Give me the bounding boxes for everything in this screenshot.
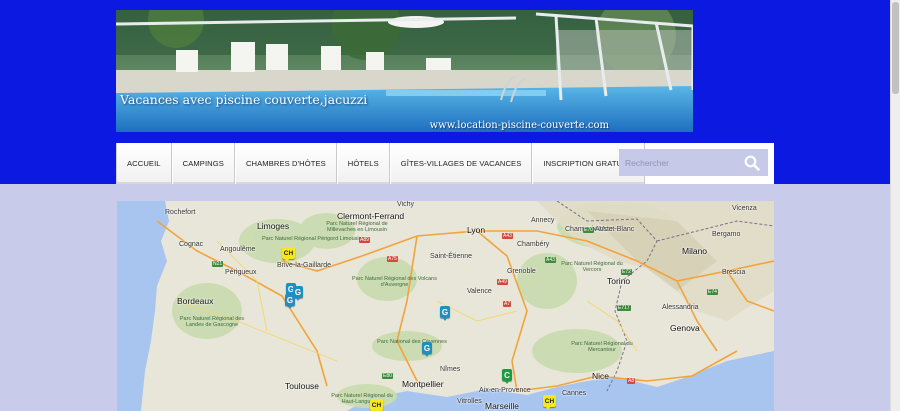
city-label: Brescia	[722, 269, 746, 276]
map-marker-chambre[interactable]: CH	[282, 247, 295, 262]
city-label: Vichy	[397, 201, 414, 208]
nav-item-gites-villages[interactable]: GÎTES-VILLAGES DE VACANCES	[389, 143, 533, 184]
region-label: Parc Naturel Régional du Mercantour	[571, 341, 633, 353]
banner-url: www.location-piscine-couverte.com	[429, 120, 609, 131]
city-label: Chambéry	[517, 241, 550, 248]
city-label: Vicenza	[732, 205, 757, 212]
nav-item-chambres-hotes[interactable]: CHAMBRES D'HÔTES	[234, 143, 337, 184]
region-label: Parc Naturel Régional du Haut-Languedoc	[331, 393, 393, 405]
map-marker-gite[interactable]: G	[285, 294, 295, 309]
city-label: Marseille	[485, 401, 520, 411]
search-input[interactable]	[619, 157, 737, 168]
road-shield: E717	[617, 305, 631, 311]
search-box	[619, 149, 768, 176]
pool-scene-illustration	[116, 10, 693, 132]
nav-menu: ACCUEIL CAMPINGS CHAMBRES D'HÔTES HÔTELS…	[116, 143, 646, 184]
nav-item-hotels[interactable]: HÔTELS	[336, 143, 390, 184]
city-label: Nîmes	[440, 366, 461, 373]
road-shield: A89	[359, 237, 370, 243]
city-label: Valence	[467, 288, 492, 295]
city-label: Aoste	[595, 226, 613, 233]
search-button[interactable]	[736, 149, 768, 176]
city-label: Bordeaux	[177, 296, 214, 306]
nav-item-accueil[interactable]: ACCUEIL	[116, 143, 172, 184]
city-label: Angoulême	[220, 246, 256, 253]
city-label: Saint-Étienne	[430, 253, 473, 260]
city-label: Rochefort	[165, 209, 196, 216]
map-view[interactable]: Parc Naturel Régional Périgord Limousin …	[117, 201, 774, 411]
city-label: Nice	[592, 371, 610, 381]
city-label: Lyon	[467, 225, 486, 235]
road-shield: A75	[387, 256, 398, 262]
road-shield: E74	[707, 289, 718, 295]
road-shield: E72	[621, 269, 632, 275]
map-marker-gite[interactable]: G	[422, 342, 432, 357]
road-shield: A43	[502, 233, 513, 239]
map-marker-gite[interactable]: G	[440, 306, 450, 321]
city-label: Brive-la-Gaillarde	[277, 262, 332, 269]
city-label: Vitrolles	[457, 398, 482, 405]
city-label: Clermont-Ferrand	[337, 211, 405, 221]
city-label: Annecy	[531, 217, 555, 224]
road-shield: A8	[627, 378, 636, 384]
road-shield: E80	[382, 373, 393, 379]
city-label: Aix-en-Provence	[479, 387, 531, 394]
scrollbar-thumb[interactable]	[892, 2, 899, 94]
region-label: Parc Naturel Régional des Landes de Gasc…	[179, 316, 245, 328]
city-label: Grenoble	[507, 268, 536, 275]
map-marker-camping[interactable]: C	[502, 369, 512, 384]
city-label: Genova	[670, 323, 700, 333]
nav-item-campings[interactable]: CAMPINGS	[171, 143, 235, 184]
search-icon	[744, 155, 760, 171]
city-label: Périgueux	[225, 269, 257, 276]
city-label: Montpellier	[402, 379, 444, 389]
map-marker-chambre[interactable]: CH	[370, 399, 383, 411]
road-shield: A7	[503, 301, 512, 307]
region-label: Parc Naturel Régional de Millevaches en …	[326, 221, 388, 233]
city-label: Alessandria	[662, 304, 699, 311]
vertical-scrollbar[interactable]	[890, 0, 900, 411]
banner-image: Vacances avec piscine couverte,jacuzzi w…	[116, 10, 693, 132]
road-shield: N21	[212, 261, 224, 267]
city-label: Cannes	[562, 390, 587, 397]
city-label: Toulouse	[285, 381, 320, 391]
main-navigation: ACCUEIL CAMPINGS CHAMBRES D'HÔTES HÔTELS…	[116, 143, 774, 184]
city-label: Torino	[607, 276, 631, 286]
region-label: Parc Naturel Régional Périgord Limousin	[262, 236, 362, 242]
road-shield: A49	[497, 279, 508, 285]
city-label: Milano	[682, 246, 708, 256]
city-label: Limoges	[257, 221, 290, 231]
road-shield: A43	[545, 257, 556, 263]
banner-title: Vacances avec piscine couverte,jacuzzi	[120, 92, 368, 107]
city-label: Cognac	[179, 241, 204, 248]
map-marker-chambre[interactable]: CH	[543, 395, 556, 410]
region-label: Parc Naturel Régional des Volcans d'Auve…	[352, 276, 437, 288]
region-label: Parc Naturel Régional du Vercors	[561, 261, 623, 273]
region-label: Parc National des Cévennes	[377, 339, 447, 345]
road-shield: E70	[583, 227, 594, 233]
city-label: Bergamo	[712, 231, 741, 238]
